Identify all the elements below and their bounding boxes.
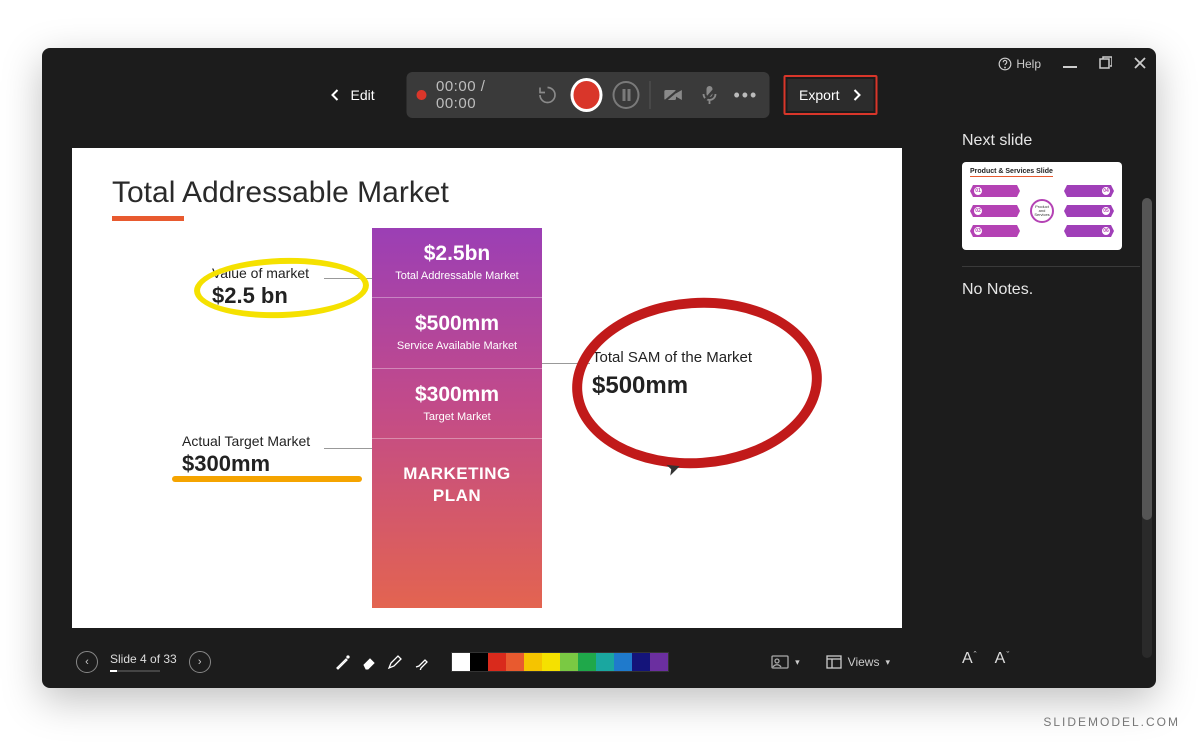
presenter-bottom-bar: ‹ Slide 4 of 33 › ▾ Views ▾ [72,640,902,684]
camera-button[interactable] [660,81,686,109]
orange-annotation [172,476,362,482]
pen-tool[interactable] [385,652,405,672]
target-market-block: Actual Target Market $300mm [182,433,310,477]
help-button[interactable]: Help [998,57,1041,71]
views-label: Views [848,655,880,669]
app-window: Help Edit 00:00 / 00:00 ••• Export [42,48,1156,688]
pause-button[interactable] [613,81,640,109]
cameo-button[interactable]: ▾ [763,651,808,673]
retake-button[interactable] [534,81,560,109]
connector-line [324,448,372,449]
highlighter-tool[interactable] [411,652,431,672]
increase-font-button[interactable]: Aˆ [962,650,977,668]
color-swatch[interactable] [632,653,650,671]
next-slide-thumbnail[interactable]: Product & Services Slide 0104 02Product … [962,162,1122,250]
pillar-3-label: Target Market [384,410,530,424]
export-label: Export [799,87,839,103]
window-controls: Help [998,56,1146,72]
color-swatch[interactable] [650,653,668,671]
help-label: Help [1016,57,1041,71]
target-market-label: Actual Target Market [182,433,310,449]
eraser-tool[interactable] [359,652,379,672]
pillar-1-value: $2.5bn [384,242,530,266]
color-swatch[interactable] [470,653,488,671]
close-button[interactable] [1134,57,1146,72]
edit-button[interactable]: Edit [321,81,393,109]
color-swatch[interactable] [542,653,560,671]
recording-bar: 00:00 / 00:00 ••• [407,72,769,118]
pillar-3-value: $300mm [384,383,530,407]
pillar-2-value: $500mm [384,312,530,336]
export-highlight: Export [783,75,877,115]
thumb-title: Product & Services Slide [970,168,1053,177]
edit-label: Edit [351,87,375,103]
decrease-font-button[interactable]: Aˇ [995,650,1010,668]
slide-progress [110,670,160,672]
color-swatch[interactable] [506,653,524,671]
slide-counter: Slide 4 of 33 [110,652,177,666]
microphone-button[interactable] [697,81,723,109]
color-swatch[interactable] [596,653,614,671]
color-palette [451,652,669,672]
more-options-button[interactable]: ••• [733,81,759,109]
color-swatch[interactable] [614,653,632,671]
slide-title: Total Addressable Market [112,176,902,210]
next-slide-button[interactable]: › [189,651,211,673]
toolbar-divider [649,81,650,109]
record-button[interactable] [571,78,603,112]
side-panel: Next slide Product & Services Slide 0104… [946,98,1156,688]
time-current: 00:00 [436,78,476,95]
color-swatch[interactable] [578,653,596,671]
notes-scrollbar[interactable] [1142,198,1152,658]
title-underline [112,216,184,221]
panel-divider [962,266,1140,267]
slide-canvas[interactable]: Total Addressable Market $2.5bn Total Add… [72,148,902,628]
laser-tool[interactable] [333,652,353,672]
minimize-button[interactable] [1063,66,1077,68]
export-button[interactable]: Export [787,79,873,111]
view-controls: ▾ Views ▾ [763,651,898,673]
marketing-plan-label: MARKETING PLAN [372,439,542,531]
color-swatch[interactable] [452,653,470,671]
color-swatch[interactable] [524,653,542,671]
pillar-1-label: Total Addressable Market [384,269,530,283]
ink-tools [333,652,431,672]
record-indicator-icon [417,90,426,100]
next-slide-heading: Next slide [962,132,1140,150]
time-total: 00:00 [436,95,476,112]
notes-label: No Notes. [962,281,1140,299]
time-display: 00:00 / 00:00 [436,78,524,112]
views-button[interactable]: Views ▾ [818,651,898,673]
target-market-value: $300mm [182,451,310,477]
color-swatch[interactable] [488,653,506,671]
maximize-button[interactable] [1099,56,1112,72]
red-annotation [566,289,827,476]
pillar-2-label: Service Available Market [384,339,530,353]
prev-slide-button[interactable]: ‹ [76,651,98,673]
center-pillar: $2.5bn Total Addressable Market $500mm Ser… [372,228,542,608]
color-swatch[interactable] [560,653,578,671]
watermark: SLIDEMODEL.COM [1043,715,1180,729]
recording-toolbar: Edit 00:00 / 00:00 ••• Export [321,72,878,118]
